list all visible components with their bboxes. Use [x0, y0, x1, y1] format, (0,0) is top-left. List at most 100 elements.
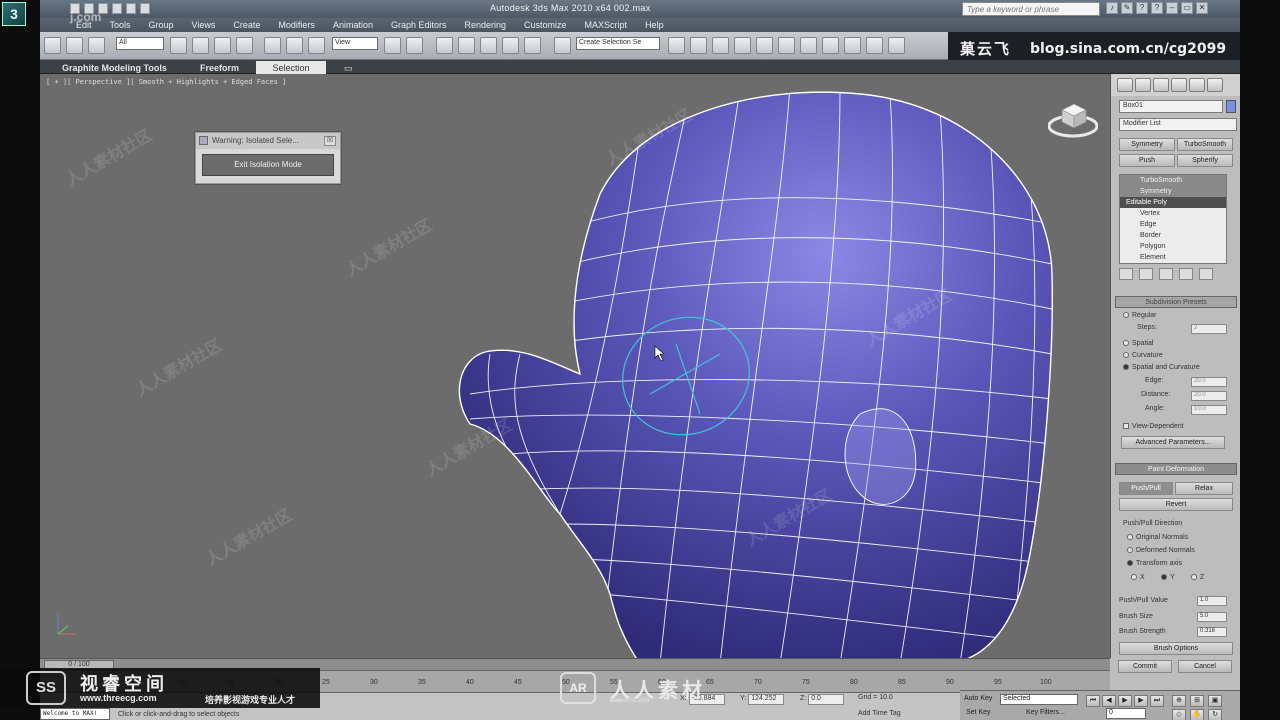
tab-graphite-modeling-tools[interactable]: Graphite Modeling Tools	[54, 61, 175, 74]
object-color-swatch[interactable]	[1226, 100, 1236, 113]
relax-button[interactable]: Relax	[1175, 482, 1233, 495]
stack-item[interactable]: Vertex	[1120, 208, 1226, 219]
make-unique-icon[interactable]	[1159, 268, 1173, 280]
z-field[interactable]: 0.0	[808, 694, 845, 705]
deformed-normals-option[interactable]: Deformed Normals	[1127, 547, 1195, 554]
auto-key-button[interactable]: Auto Key	[964, 695, 992, 702]
align-icon[interactable]	[690, 37, 707, 54]
symmetry-button[interactable]: Symmetry	[1119, 138, 1175, 151]
subdivision-presets-rollout[interactable]: Subdivision Presets	[1115, 296, 1237, 308]
pan-icon[interactable]: ✋	[1190, 709, 1204, 720]
zoom-all-icon[interactable]: ⊞	[1190, 695, 1204, 707]
menu-customize[interactable]: Customize	[524, 18, 567, 32]
named-selection-dropdown[interactable]: Create Selection Se	[576, 37, 660, 50]
redo-icon[interactable]	[126, 3, 136, 14]
undo-icon[interactable]	[112, 3, 122, 14]
minimize-button[interactable]: –	[1166, 2, 1178, 14]
material-editor-icon[interactable]	[800, 37, 817, 54]
stack-item[interactable]: Editable Poly	[1120, 197, 1226, 208]
turbosmooth-button[interactable]: TurboSmooth	[1177, 138, 1233, 151]
render-production-icon[interactable]	[866, 37, 883, 54]
project-folder-icon[interactable]	[140, 3, 150, 14]
edge-spinner[interactable]: 20.0	[1191, 377, 1227, 387]
advanced-parameters-button[interactable]: Advanced Parameters...	[1121, 436, 1225, 449]
push-pull-value-spinner[interactable]: 1.0	[1197, 596, 1227, 606]
spatial-option[interactable]: Spatial	[1123, 340, 1153, 347]
menu-help[interactable]: Help	[645, 18, 664, 32]
push-pull-button[interactable]: Push/Pull	[1119, 482, 1173, 495]
brush-size-spinner[interactable]: 5.0	[1197, 612, 1227, 622]
regular-option[interactable]: Regular	[1123, 312, 1157, 319]
selection-filter-dropdown[interactable]: All	[116, 37, 164, 50]
view-dependent-checkbox[interactable]: View-Dependent	[1123, 423, 1184, 430]
modifier-list-dropdown[interactable]: Modifier List	[1119, 118, 1237, 131]
object-name-field[interactable]: Box01	[1119, 100, 1223, 113]
pin-stack-icon[interactable]	[1119, 268, 1133, 280]
stack-item[interactable]: Element	[1120, 252, 1226, 263]
select-manipulate-icon[interactable]	[406, 37, 423, 54]
show-end-result-icon[interactable]	[1139, 268, 1153, 280]
maximize-button[interactable]: ▭	[1181, 2, 1193, 14]
menu-tools[interactable]: Tools	[110, 18, 131, 32]
spatial-curvature-option[interactable]: Spatial and Curvature	[1123, 364, 1200, 371]
rotate-icon[interactable]	[286, 37, 303, 54]
menu-animation[interactable]: Animation	[333, 18, 373, 32]
angle-spinner[interactable]: 10.0	[1191, 405, 1227, 415]
info-center-icon[interactable]: ♪	[1106, 2, 1118, 14]
select-by-name-icon[interactable]	[192, 37, 209, 54]
pivot-center-icon[interactable]	[384, 37, 401, 54]
tab-freeform[interactable]: Freeform	[192, 61, 247, 74]
unlink-icon[interactable]	[66, 37, 83, 54]
window-crossing-icon[interactable]	[236, 37, 253, 54]
field-of-view-icon[interactable]: ◇	[1172, 709, 1186, 720]
favorites-icon[interactable]: ?	[1136, 2, 1148, 14]
search-input[interactable]: Type a keyword or phrase	[962, 2, 1100, 16]
orbit-icon[interactable]: ↻	[1208, 709, 1222, 720]
teapot-render-icon[interactable]	[888, 37, 905, 54]
goto-end-icon[interactable]: ⏭	[1150, 695, 1164, 707]
spinner-snap-icon[interactable]	[524, 37, 541, 54]
menu-modifiers[interactable]: Modifiers	[278, 18, 315, 32]
close-button[interactable]: ✕	[1196, 2, 1208, 14]
commit-button[interactable]: Commit	[1118, 660, 1172, 673]
maxscript-listener[interactable]: Welcome to MAX!	[40, 708, 110, 720]
configure-sets-icon[interactable]	[1199, 268, 1213, 280]
menu-create[interactable]: Create	[233, 18, 260, 32]
create-tab-icon[interactable]	[1117, 78, 1133, 92]
menu-graph-editors[interactable]: Graph Editors	[391, 18, 447, 32]
ref-coord-dropdown[interactable]: View	[332, 37, 378, 50]
render-setup-icon[interactable]	[822, 37, 839, 54]
axis-x-option[interactable]: X	[1131, 574, 1145, 581]
move-icon[interactable]	[264, 37, 281, 54]
select-link-icon[interactable]	[44, 37, 61, 54]
stack-item[interactable]: Polygon	[1120, 241, 1226, 252]
tab-selection[interactable]: Selection	[256, 61, 326, 74]
angle-snap-icon[interactable]	[480, 37, 497, 54]
cancel-button[interactable]: Cancel	[1178, 660, 1232, 673]
zoom-icon[interactable]: ⊕	[1172, 695, 1186, 707]
revert-button[interactable]: Revert	[1119, 498, 1233, 511]
stack-item[interactable]: TurboSmooth	[1120, 175, 1226, 186]
original-normals-option[interactable]: Original Normals	[1127, 534, 1188, 541]
layer-manager-icon[interactable]	[712, 37, 729, 54]
rect-selection-icon[interactable]	[214, 37, 231, 54]
brush-strength-spinner[interactable]: 0.316	[1197, 627, 1227, 637]
key-mode-dropdown[interactable]: Selected	[1000, 694, 1078, 705]
app-logo[interactable]: 3	[2, 2, 26, 26]
prev-frame-icon[interactable]: ◀	[1102, 695, 1116, 707]
distance-spinner[interactable]: 20.0	[1191, 391, 1227, 401]
menu-views[interactable]: Views	[192, 18, 216, 32]
select-object-icon[interactable]	[170, 37, 187, 54]
mirror-icon[interactable]	[668, 37, 685, 54]
set-key-button[interactable]: Set Key	[966, 709, 991, 716]
curve-editor-icon[interactable]	[756, 37, 773, 54]
curvature-option[interactable]: Curvature	[1123, 352, 1163, 359]
viewcube-icon[interactable]	[1048, 96, 1098, 138]
display-tab-icon[interactable]	[1189, 78, 1205, 92]
viewport-label[interactable]: [ + ][ Perspective ][ Smooth + Highlight…	[46, 78, 286, 86]
paint-deformation-rollout[interactable]: Paint Deformation	[1115, 463, 1237, 475]
dialog-close-icon[interactable]: ☒	[324, 136, 336, 146]
perspective-viewport[interactable]: [ + ][ Perspective ][ Smooth + Highlight…	[40, 74, 1110, 658]
push-button[interactable]: Push	[1119, 154, 1175, 167]
menu-maxscript[interactable]: MAXScript	[585, 18, 628, 32]
